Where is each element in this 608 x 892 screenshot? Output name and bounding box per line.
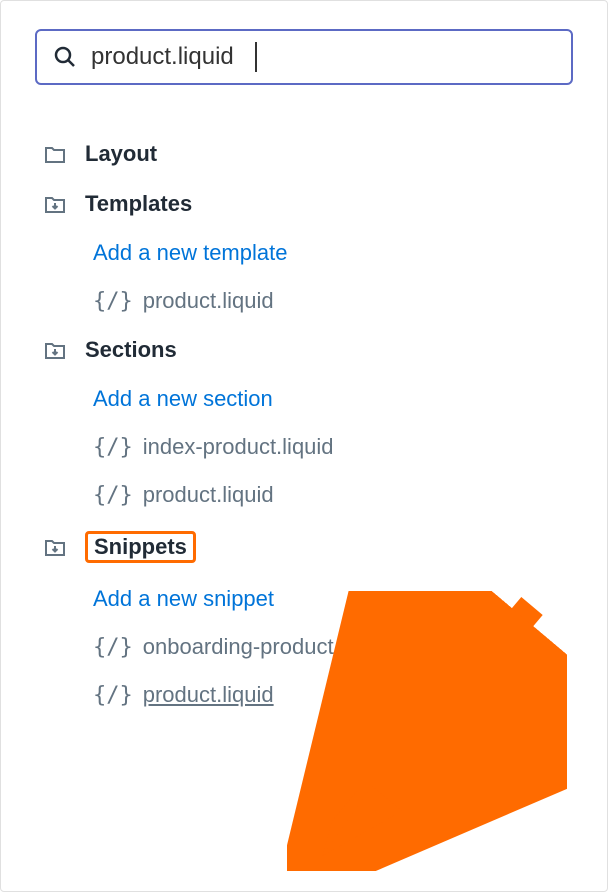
code-file-icon: {/}: [93, 435, 133, 460]
category-sections: Sections Add a new section {/} index-pro…: [43, 325, 573, 519]
category-templates: Templates Add a new template {/} product…: [43, 179, 573, 325]
code-file-icon: {/}: [93, 683, 133, 708]
folder-download-icon: [43, 338, 67, 362]
add-snippet-link-text: Add a new snippet: [93, 586, 274, 612]
add-template-link[interactable]: Add a new template: [93, 229, 573, 277]
layout-label: Layout: [85, 141, 157, 167]
category-layout: Layout: [43, 129, 573, 179]
code-file-icon: {/}: [93, 635, 133, 660]
folder-download-icon: [43, 192, 67, 216]
category-header-templates[interactable]: Templates: [43, 179, 573, 229]
code-file-icon: {/}: [93, 483, 133, 508]
search-input[interactable]: [91, 43, 555, 71]
file-item[interactable]: {/} product.liquid: [93, 471, 573, 519]
category-header-snippets[interactable]: Snippets: [43, 519, 573, 575]
text-cursor: [255, 42, 257, 72]
file-item[interactable]: {/} onboarding-product.liquid: [93, 623, 573, 671]
file-name: product.liquid: [143, 482, 274, 508]
file-name: onboarding-product.liquid: [143, 634, 391, 660]
file-name: index-product.liquid: [143, 434, 334, 460]
code-file-icon: {/}: [93, 289, 133, 314]
folder-download-icon: [43, 535, 67, 559]
add-snippet-link[interactable]: Add a new snippet: [93, 575, 573, 623]
category-header-layout[interactable]: Layout: [43, 129, 573, 179]
annotation-highlight-box: Snippets: [85, 531, 196, 563]
category-header-sections[interactable]: Sections: [43, 325, 573, 375]
templates-label: Templates: [85, 191, 192, 217]
add-section-link-text: Add a new section: [93, 386, 273, 412]
category-snippets: Snippets Add a new snippet {/} onboardin…: [43, 519, 573, 719]
file-item[interactable]: {/} product.liquid: [93, 277, 573, 325]
file-name: product.liquid: [143, 288, 274, 314]
file-item[interactable]: {/} index-product.liquid: [93, 423, 573, 471]
file-item-snippets-product-liquid[interactable]: {/} product.liquid: [93, 671, 573, 719]
add-template-link-text: Add a new template: [93, 240, 287, 266]
sections-label: Sections: [85, 337, 177, 363]
add-section-link[interactable]: Add a new section: [93, 375, 573, 423]
snippets-label: Snippets: [94, 534, 187, 559]
folder-icon: [43, 142, 67, 166]
search-icon: [53, 45, 77, 69]
file-name: product.liquid: [143, 682, 274, 708]
search-input-container[interactable]: [35, 29, 573, 85]
